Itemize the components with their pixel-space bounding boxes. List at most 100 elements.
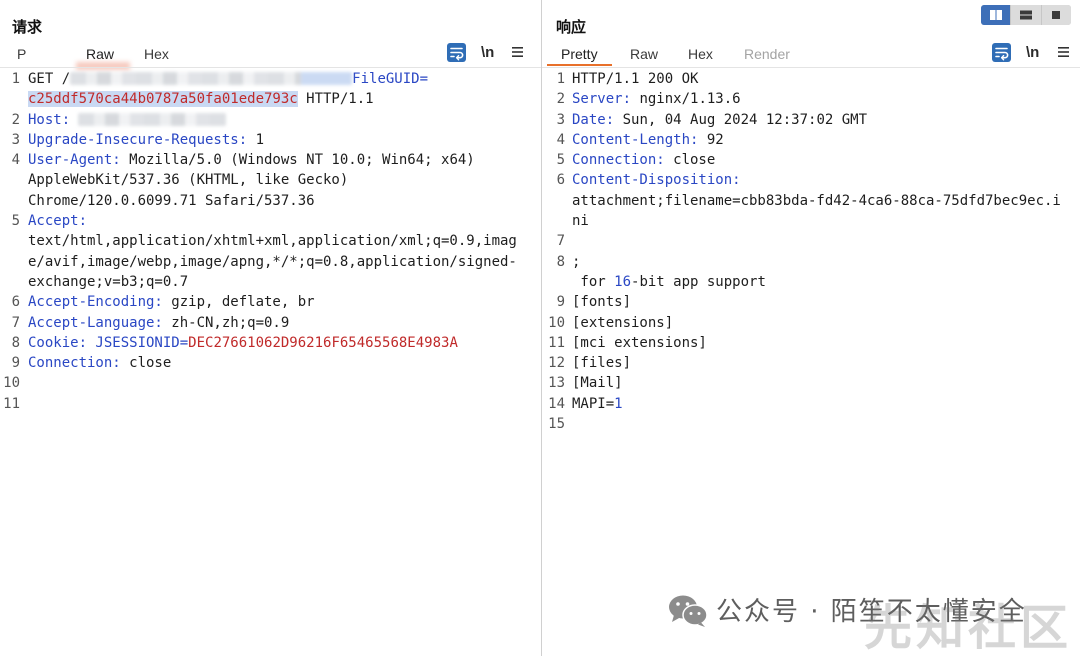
tab-hex[interactable]: Hex <box>688 44 713 64</box>
code-line: 10 <box>0 373 541 393</box>
tab-pretty[interactable]: P <box>17 44 26 64</box>
code-line: 9 [fonts] <box>542 292 1080 312</box>
hamburger-menu-icon <box>512 47 523 57</box>
wrap-lines-button[interactable] <box>992 43 1011 62</box>
request-panel: 请求 P Raw Hex \n 1 GET / FileGUID= c25ddf570… <box>0 0 541 656</box>
code-line: 13 [Mail] <box>542 373 1080 393</box>
line-number: 4 <box>11 152 20 169</box>
code-text: Chrome/120.0.6099.71 Safari/537.36 <box>28 191 315 211</box>
code-text: Content-Disposition: <box>572 170 741 190</box>
code-token: c25ddf570ca44b0787a50fa01ede793c <box>28 91 298 108</box>
line-number: 8 <box>556 253 565 270</box>
layout-split-columns-button[interactable] <box>981 5 1011 25</box>
tab-raw[interactable]: Raw <box>630 44 658 64</box>
code-line: 5 Accept: <box>0 211 541 231</box>
layout-split-rows-button[interactable] <box>1011 5 1041 25</box>
tab-pretty[interactable]: Pretty <box>547 44 612 66</box>
code-token: Server: <box>572 91 632 108</box>
code-token: [fonts] <box>572 294 632 311</box>
line-number: 2 <box>556 91 565 108</box>
code-token: Host: <box>28 111 71 128</box>
code-token: Accept-Language: <box>28 314 163 331</box>
line-number: 5 <box>556 152 565 169</box>
code-line: 5 Connection: close <box>542 150 1080 170</box>
code-token: Upgrade-Insecure-Requests: <box>28 131 248 148</box>
code-line: 8 Cookie: JSESSIONID=DEC27661062D96216F65… <box>0 333 541 353</box>
code-token: Cookie: JSESSIONID= <box>28 334 189 351</box>
wrap-lines-icon <box>995 47 1009 61</box>
code-token: [Mail] <box>572 375 623 392</box>
watermark-site-logo: 先知社区 <box>864 600 1073 656</box>
code-line: 15 <box>542 414 1080 434</box>
code-token: gzip, deflate, br <box>162 294 315 311</box>
code-text: MAPI=1 <box>572 394 623 414</box>
code-token: exchange;v=b3;q=0.7 <box>28 273 189 290</box>
response-editor[interactable]: 1 HTTP/1.1 200 OK 2 Server: nginx/1.13.6 3 Da… <box>542 69 1080 656</box>
code-text: text/html,application/xhtml+xml,applicat… <box>28 231 517 251</box>
code-text: Accept-Encoding: gzip, deflate, br <box>28 292 315 312</box>
code-line: 1 GET / FileGUID= <box>0 69 541 89</box>
code-text: HTTP/1.1 200 OK <box>572 69 698 89</box>
wrap-lines-button[interactable] <box>447 43 466 62</box>
code-line: 4 User-Agent: Mozilla/5.0 (Windows NT 10.… <box>0 150 541 170</box>
code-line: 11 <box>0 394 541 414</box>
panel-menu-button[interactable] <box>512 47 523 57</box>
code-token: close <box>664 152 716 169</box>
code-token: close <box>120 355 172 372</box>
code-text: User-Agent: Mozilla/5.0 (Windows NT 10.0… <box>28 150 475 170</box>
code-line: 10 [extensions] <box>542 313 1080 333</box>
wrap-lines-icon <box>450 47 464 61</box>
code-line: 7 <box>542 231 1080 251</box>
tab-hex[interactable]: Hex <box>144 44 169 64</box>
code-text: GET / FileGUID= <box>28 69 428 89</box>
tab-raw[interactable]: Raw <box>86 44 114 64</box>
code-text: Upgrade-Insecure-Requests: 1 <box>28 130 264 150</box>
wechat-icon <box>668 594 708 628</box>
line-number: 13 <box>548 375 565 392</box>
redacted-block <box>78 112 227 126</box>
code-token: Date: <box>572 111 615 128</box>
tab-render[interactable]: Render <box>744 44 790 64</box>
code-line: e/avif,image/webp,image/apng,*/*;q=0.8,a… <box>0 252 541 272</box>
tabs-divider <box>0 67 541 68</box>
line-number: 4 <box>556 131 565 148</box>
panel-menu-button[interactable] <box>1058 47 1069 57</box>
code-text: [extensions] <box>572 313 673 333</box>
code-line: 1 HTTP/1.1 200 OK <box>542 69 1080 89</box>
code-text: [mci extensions] <box>572 333 707 353</box>
code-text: c25ddf570ca44b0787a50fa01ede793c HTTP/1.… <box>28 89 374 109</box>
request-editor[interactable]: 1 GET / FileGUID= c25ddf570ca44b0787a50fa01… <box>0 69 541 656</box>
newline-toggle-button[interactable]: \n <box>1026 43 1039 62</box>
line-number: 7 <box>556 233 565 250</box>
code-token: GET / <box>28 71 71 87</box>
line-number: 9 <box>556 294 565 311</box>
code-line: 3 Upgrade-Insecure-Requests: 1 <box>0 130 541 150</box>
code-token: 1 <box>247 131 265 148</box>
newline-toggle-button[interactable]: \n <box>481 43 494 62</box>
code-token: Connection: <box>572 152 665 169</box>
code-token: nginx/1.13.6 <box>631 91 741 108</box>
code-token: -bit app support <box>631 273 766 290</box>
code-text: Cookie: JSESSIONID=DEC27661062D96216F654… <box>28 333 458 353</box>
code-token: Chrome/120.0.6099.71 Safari/537.36 <box>28 192 315 209</box>
code-line: 6 Accept-Encoding: gzip, deflate, br <box>0 292 541 312</box>
single-pane-icon <box>1052 11 1061 19</box>
code-token: FileGUID= <box>352 71 429 87</box>
code-text: Accept: <box>28 211 87 231</box>
code-token: e/avif,image/webp,image/apng,*/*;q=0.8,a… <box>28 253 517 270</box>
code-token: for <box>572 273 615 290</box>
layout-single-pane-button[interactable] <box>1041 5 1071 25</box>
hamburger-menu-icon <box>1058 47 1069 57</box>
line-number: 8 <box>11 334 20 351</box>
code-text: exchange;v=b3;q=0.7 <box>28 272 188 292</box>
code-token: [extensions] <box>572 314 674 331</box>
line-number: 1 <box>556 71 565 87</box>
line-number: 6 <box>11 294 20 311</box>
code-text: Connection: close <box>28 353 171 373</box>
code-line: exchange;v=b3;q=0.7 <box>0 272 541 292</box>
code-text: AppleWebKit/537.36 (KHTML, like Gecko) <box>28 170 348 190</box>
code-line: 11 [mci extensions] <box>542 333 1080 353</box>
code-token: attachment;filename=cbb83bda-fd42-4ca6-8… <box>572 192 1061 209</box>
panel-title: 请求 <box>12 18 43 36</box>
code-text: [fonts] <box>572 292 631 312</box>
